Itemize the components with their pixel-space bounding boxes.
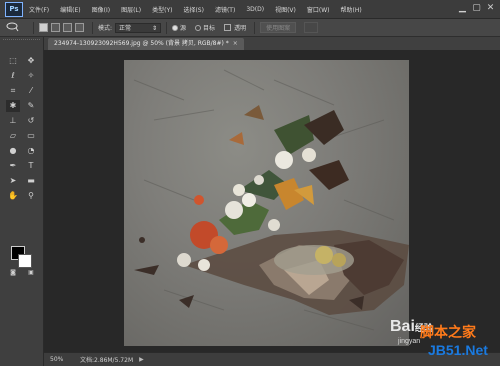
- mode-select[interactable]: 正常 ⇕: [115, 22, 162, 33]
- dodge-tool-icon[interactable]: ◔: [24, 145, 38, 157]
- marquee-tool-icon[interactable]: ⬚: [6, 55, 20, 67]
- patch-tool-icon[interactable]: ✱: [6, 100, 20, 112]
- history-brush-icon[interactable]: ↺: [24, 115, 38, 127]
- menu-window[interactable]: 窗口(W): [307, 5, 330, 14]
- rectangle-tool-icon[interactable]: ▬: [24, 175, 38, 187]
- type-tool-icon[interactable]: T: [24, 160, 38, 172]
- zoom-tool-icon[interactable]: ⚲: [24, 190, 38, 202]
- mode-label: 模式:: [98, 25, 113, 32]
- app-logo: Ps: [5, 1, 23, 17]
- mode-select-value: 正常: [119, 24, 132, 32]
- minimize-button[interactable]: ▁: [457, 3, 468, 14]
- divider: [92, 21, 93, 34]
- path-select-icon[interactable]: ➤: [6, 175, 20, 187]
- crop-tool-icon[interactable]: ⌗: [6, 85, 20, 97]
- document-tab-bar: 234974-130923092H569.jpg @ 50% (背景 拷贝, R…: [44, 37, 500, 50]
- options-bar: 模式: 正常 ⇕ 源 目标 透明 使用图案: [0, 19, 500, 37]
- stamp-tool-icon[interactable]: ⊥: [6, 115, 20, 127]
- hand-tool-icon[interactable]: ✋: [6, 190, 20, 202]
- use-pattern-button[interactable]: 使用图案: [260, 22, 297, 33]
- menu-bar: Ps 文件(F) 编辑(E) 图像(I) 图层(L) 类型(Y) 选择(S) 滤…: [0, 0, 500, 19]
- site-name-watermark: 脚本之家: [420, 324, 476, 340]
- menu-3d[interactable]: 3D(D): [246, 6, 264, 13]
- lasso-icon[interactable]: [4, 22, 22, 34]
- intersect-selection-icon[interactable]: [75, 23, 84, 32]
- transparent-checkbox[interactable]: [224, 24, 232, 31]
- maximize-button[interactable]: ▢: [471, 3, 482, 14]
- document-image[interactable]: [124, 60, 409, 346]
- close-button[interactable]: ✕: [485, 3, 496, 14]
- divider: [166, 21, 168, 34]
- baidu-brand: Bai: [390, 318, 415, 335]
- menu-type[interactable]: 类型(Y): [152, 5, 172, 14]
- pen-tool-icon[interactable]: ✒: [6, 160, 20, 172]
- transparent-checkbox-label: 透明: [234, 25, 247, 32]
- still-life-artwork: [133, 69, 409, 331]
- divider: [33, 21, 34, 34]
- divider: [254, 21, 256, 34]
- eraser-tool-icon[interactable]: ▱: [6, 130, 20, 142]
- panel-grip[interactable]: [3, 39, 40, 43]
- magic-wand-icon[interactable]: ✧: [24, 70, 38, 82]
- screen-mode-icon[interactable]: ▣: [24, 267, 38, 279]
- menu-help[interactable]: 帮助(H): [341, 5, 362, 14]
- new-selection-icon[interactable]: [39, 23, 48, 32]
- gradient-tool-icon[interactable]: ▭: [24, 130, 38, 142]
- status-menu-arrow-icon[interactable]: ▶: [139, 356, 144, 363]
- menu-file[interactable]: 文件(F): [29, 5, 49, 14]
- blur-tool-icon[interactable]: ●: [6, 145, 20, 157]
- destination-radio[interactable]: [195, 24, 202, 31]
- jb51-watermark: JB51.Net: [428, 342, 488, 358]
- document-tab[interactable]: 234974-130923092H569.jpg @ 50% (背景 拷贝, R…: [48, 38, 244, 50]
- window-controls: ▁ ▢ ✕: [457, 3, 496, 14]
- source-radio-label: 源: [180, 25, 187, 32]
- menu-edit[interactable]: 编辑(E): [60, 5, 80, 14]
- menu-layer[interactable]: 图层(L): [121, 5, 141, 14]
- zoom-level[interactable]: 50%: [50, 356, 80, 363]
- tools-panel: ⬚ ✥ ℓ ✧ ⌗ ⁄ ✱ ✎ ⊥ ↺ ▱ ▭ ● ◔ ✒ T ➤ ▬ ✋ ⚲ …: [0, 37, 44, 366]
- quick-mask-icon[interactable]: ◙: [6, 267, 20, 279]
- background-color-swatch[interactable]: [18, 254, 32, 268]
- canvas-area[interactable]: [44, 50, 500, 352]
- site-url-watermark: jingyan: [398, 338, 421, 345]
- pattern-picker[interactable]: [304, 22, 319, 33]
- menu-view[interactable]: 视图(V): [275, 5, 296, 14]
- add-selection-icon[interactable]: [51, 23, 60, 32]
- document-size: 文档:2.86M/5.72M: [80, 357, 134, 364]
- move-tool-icon[interactable]: ✥: [24, 55, 38, 67]
- destination-radio-label: 目标: [203, 25, 216, 32]
- brush-tool-icon[interactable]: ✎: [24, 100, 38, 112]
- menu-image[interactable]: 图像(I): [92, 5, 110, 14]
- lasso-tool-icon[interactable]: ℓ: [6, 70, 20, 82]
- eyedropper-icon[interactable]: ⁄: [24, 85, 38, 97]
- menu-select[interactable]: 选择(S): [183, 5, 204, 14]
- source-radio[interactable]: [172, 24, 179, 31]
- close-tab-icon[interactable]: ×: [233, 40, 238, 47]
- document-tab-title: 234974-130923092H569.jpg @ 50% (背景 拷贝, R…: [54, 40, 229, 47]
- chevron-down-icon: ⇕: [152, 24, 158, 32]
- subtract-selection-icon[interactable]: [63, 23, 72, 32]
- menu-filter[interactable]: 滤镜(T): [215, 5, 235, 14]
